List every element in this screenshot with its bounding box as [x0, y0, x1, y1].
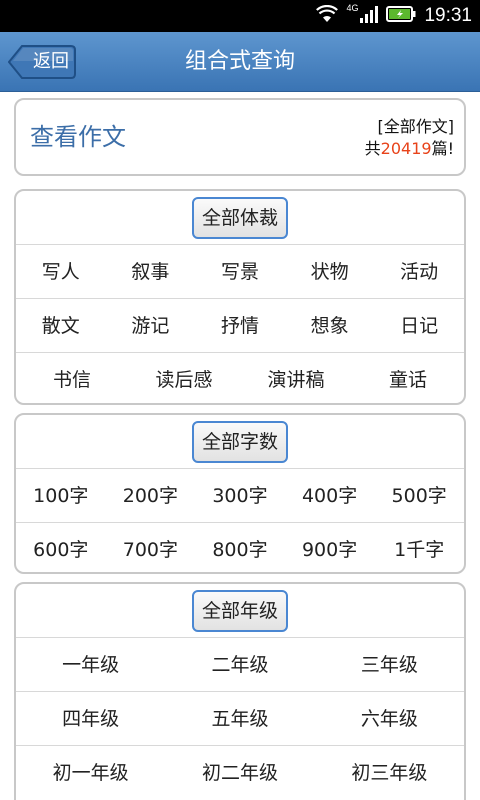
- word-count-option[interactable]: 500字: [374, 469, 464, 522]
- grade-option[interactable]: 初二年级: [165, 746, 314, 800]
- essay-count: 20419: [380, 139, 432, 158]
- word-count-option[interactable]: 400字: [285, 469, 375, 522]
- status-bar: 4G 19:31: [0, 0, 480, 32]
- all-grades-button[interactable]: 全部年级: [191, 590, 289, 632]
- grade-option[interactable]: 初一年级: [16, 746, 165, 800]
- genre-option[interactable]: 写人: [16, 245, 106, 298]
- grade-option[interactable]: 一年级: [16, 638, 165, 691]
- grade-filter-header: 全部年级: [16, 584, 464, 638]
- grade-row: 初一年级 初二年级 初三年级: [16, 746, 464, 800]
- view-essays-card[interactable]: 查看作文 [全部作文] 共20419篇!: [14, 98, 466, 176]
- genre-option[interactable]: 想象: [285, 299, 375, 352]
- genre-option[interactable]: 日记: [374, 299, 464, 352]
- grade-option[interactable]: 五年级: [165, 692, 314, 745]
- battery-icon: [386, 6, 416, 26]
- genre-option[interactable]: 活动: [374, 245, 464, 298]
- network-type-label: 4G: [346, 3, 359, 13]
- genre-option[interactable]: 状物: [285, 245, 375, 298]
- word-count-filter-header: 全部字数: [16, 415, 464, 469]
- genre-row: 写人 叙事 写景 状物 活动: [16, 245, 464, 299]
- genre-option[interactable]: 游记: [106, 299, 196, 352]
- genre-row: 散文 游记 抒情 想象 日记: [16, 299, 464, 353]
- word-count-option[interactable]: 300字: [195, 469, 285, 522]
- all-word-counts-button[interactable]: 全部字数: [191, 421, 289, 463]
- word-count-option[interactable]: 1千字: [374, 523, 464, 572]
- wifi-icon: [316, 4, 339, 27]
- genre-option[interactable]: 抒情: [195, 299, 285, 352]
- word-count-option[interactable]: 700字: [106, 523, 196, 572]
- view-essays-title: 查看作文: [30, 123, 126, 151]
- genre-option[interactable]: 童话: [352, 353, 464, 403]
- genre-option[interactable]: 写景: [195, 245, 285, 298]
- word-count-filter-card: 全部字数 100字 200字 300字 400字 500字 600字 700字 …: [14, 413, 466, 574]
- grade-option[interactable]: 二年级: [165, 638, 314, 691]
- genre-option[interactable]: 演讲稿: [240, 353, 352, 403]
- back-button[interactable]: 返回: [8, 44, 76, 80]
- all-genres-button[interactable]: 全部体裁: [191, 197, 289, 239]
- grade-option[interactable]: 六年级: [315, 692, 464, 745]
- status-time: 19:31: [424, 5, 472, 26]
- grade-filter-card: 全部年级 一年级 二年级 三年级 四年级 五年级 六年级 初一年级 初二年级 初…: [14, 582, 466, 800]
- essay-count-line: 共20419篇!: [365, 138, 454, 160]
- signal-icon: [360, 5, 379, 27]
- grade-option[interactable]: 三年级: [315, 638, 464, 691]
- genre-option[interactable]: 散文: [16, 299, 106, 352]
- grade-row: 一年级 二年级 三年级: [16, 638, 464, 692]
- count-suffix: 篇!: [431, 139, 454, 158]
- title-bar: 返回 组合式查询: [0, 32, 480, 92]
- genre-option[interactable]: 读后感: [128, 353, 240, 403]
- word-count-option[interactable]: 600字: [16, 523, 106, 572]
- genre-row: 书信 读后感 演讲稿 童话: [16, 353, 464, 403]
- summary-info: [全部作文] 共20419篇!: [365, 116, 454, 160]
- word-count-option[interactable]: 200字: [106, 469, 196, 522]
- word-count-option[interactable]: 900字: [285, 523, 375, 572]
- genre-option[interactable]: 书信: [16, 353, 128, 403]
- grade-option[interactable]: 初三年级: [315, 746, 464, 800]
- word-count-row: 600字 700字 800字 900字 1千字: [16, 523, 464, 572]
- grade-option[interactable]: 四年级: [16, 692, 165, 745]
- word-count-option[interactable]: 800字: [195, 523, 285, 572]
- count-prefix: 共: [364, 139, 381, 158]
- word-count-option[interactable]: 100字: [16, 469, 106, 522]
- grade-row: 四年级 五年级 六年级: [16, 692, 464, 746]
- word-count-row: 100字 200字 300字 400字 500字: [16, 469, 464, 523]
- genre-filter-header: 全部体裁: [16, 191, 464, 245]
- back-label: 返回: [33, 51, 69, 72]
- genre-filter-card: 全部体裁 写人 叙事 写景 状物 活动 散文 游记 抒情 想象 日记 书信 读后…: [14, 189, 466, 405]
- genre-option[interactable]: 叙事: [106, 245, 196, 298]
- current-filter-label: [全部作文]: [377, 117, 455, 136]
